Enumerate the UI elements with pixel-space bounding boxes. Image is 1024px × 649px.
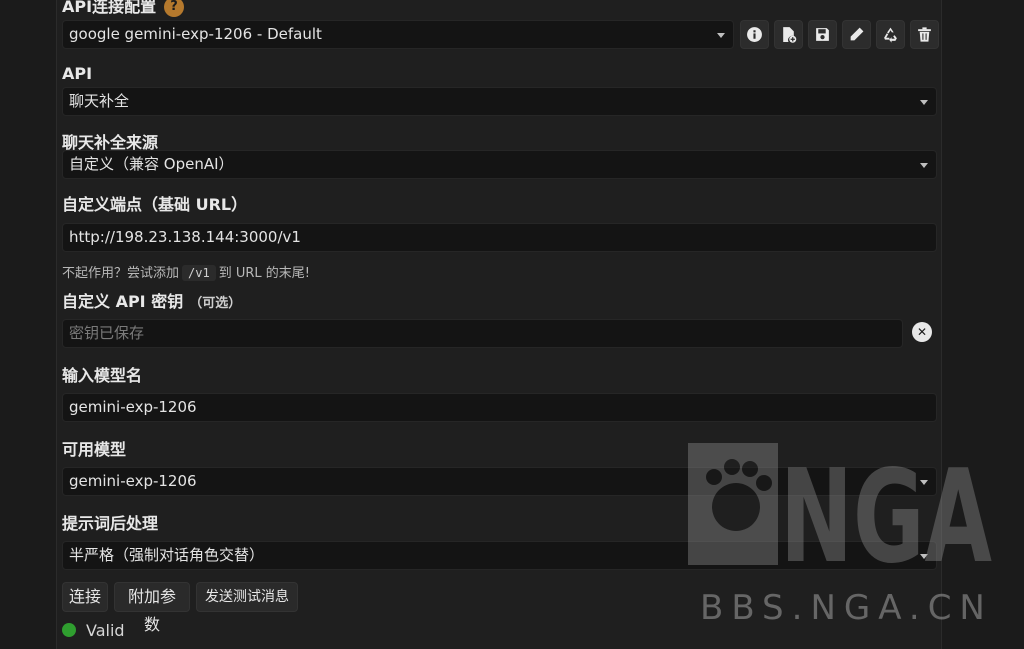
file-add-icon — [783, 27, 797, 43]
available-models-value: gemini-exp-1206 — [69, 472, 197, 490]
profile-select[interactable]: google gemini-exp-1206 - Default — [62, 20, 734, 49]
post-processing-value: 半严格（强制对话角色交替） — [69, 546, 265, 564]
clear-key-button[interactable]: ✕ — [912, 322, 932, 342]
pencil-icon — [850, 27, 864, 41]
chevron-down-icon — [920, 163, 928, 168]
model-name-input[interactable]: gemini-exp-1206 — [62, 393, 937, 422]
profile-heading: API连接配置? — [62, 0, 185, 17]
endpoint-input-value: http://198.23.138.144:3000/v1 — [69, 228, 301, 246]
save-icon — [816, 28, 829, 41]
api-select[interactable]: 聊天补全 — [62, 87, 937, 116]
edit-profile-button[interactable] — [842, 20, 871, 49]
trash-icon — [918, 27, 931, 42]
api-key-input[interactable]: 密钥已保存 — [62, 319, 903, 348]
post-processing-label: 提示词后处理 — [62, 514, 159, 533]
recycle-icon — [884, 27, 897, 43]
help-icon[interactable]: ? — [164, 0, 185, 17]
close-icon: ✕ — [916, 325, 928, 339]
profile-heading-text: API连接配置 — [62, 0, 157, 16]
delete-profile-button[interactable] — [910, 20, 939, 49]
source-select-value: 自定义（兼容 OpenAI） — [69, 155, 234, 173]
status-dot-icon — [62, 623, 76, 637]
endpoint-hint-before: 不起作用？尝试添加 — [62, 266, 180, 281]
source-select[interactable]: 自定义（兼容 OpenAI） — [62, 150, 937, 179]
reload-profile-button[interactable] — [876, 20, 905, 49]
info-icon — [747, 27, 762, 42]
send-test-button[interactable]: 发送测试消息 — [196, 582, 298, 612]
status-text: Valid — [86, 621, 125, 640]
api-key-placeholder: 密钥已保存 — [69, 324, 145, 342]
chevron-down-icon — [920, 100, 928, 105]
endpoint-label: 自定义端点（基础 URL） — [62, 195, 248, 214]
chevron-down-icon — [717, 33, 725, 38]
model-name-label: 输入模型名 — [62, 366, 143, 385]
connect-button[interactable]: 连接 — [62, 582, 108, 612]
endpoint-hint-code: /v1 — [182, 265, 216, 281]
endpoint-hint-after: 到 URL 的末尾! — [218, 266, 310, 281]
watermark-logo-text: NGA — [780, 443, 992, 565]
nga-watermark-logo: NGA — [688, 443, 992, 565]
endpoint-input[interactable]: http://198.23.138.144:3000/v1 — [62, 223, 937, 252]
api-key-label-text: 自定义 API 密钥 — [62, 292, 184, 311]
api-select-value: 聊天补全 — [69, 92, 130, 110]
endpoint-hint: 不起作用？尝试添加/v1 到 URL 的末尾! — [62, 262, 310, 281]
new-profile-button[interactable] — [774, 20, 803, 49]
connection-status: Valid — [62, 621, 125, 640]
extra-params-button[interactable]: 附加参数 — [114, 582, 190, 634]
model-name-value: gemini-exp-1206 — [69, 398, 197, 416]
profile-select-value: google gemini-exp-1206 - Default — [69, 25, 322, 43]
api-key-optional: （可选） — [189, 296, 242, 311]
watermark-site-text: BBS.NGA.CN — [700, 588, 993, 628]
info-button[interactable] — [740, 20, 769, 49]
api-key-label: 自定义 API 密钥 （可选） — [62, 288, 241, 312]
save-profile-button[interactable] — [808, 20, 837, 49]
api-label: API — [62, 64, 93, 83]
available-models-label: 可用模型 — [62, 440, 127, 459]
